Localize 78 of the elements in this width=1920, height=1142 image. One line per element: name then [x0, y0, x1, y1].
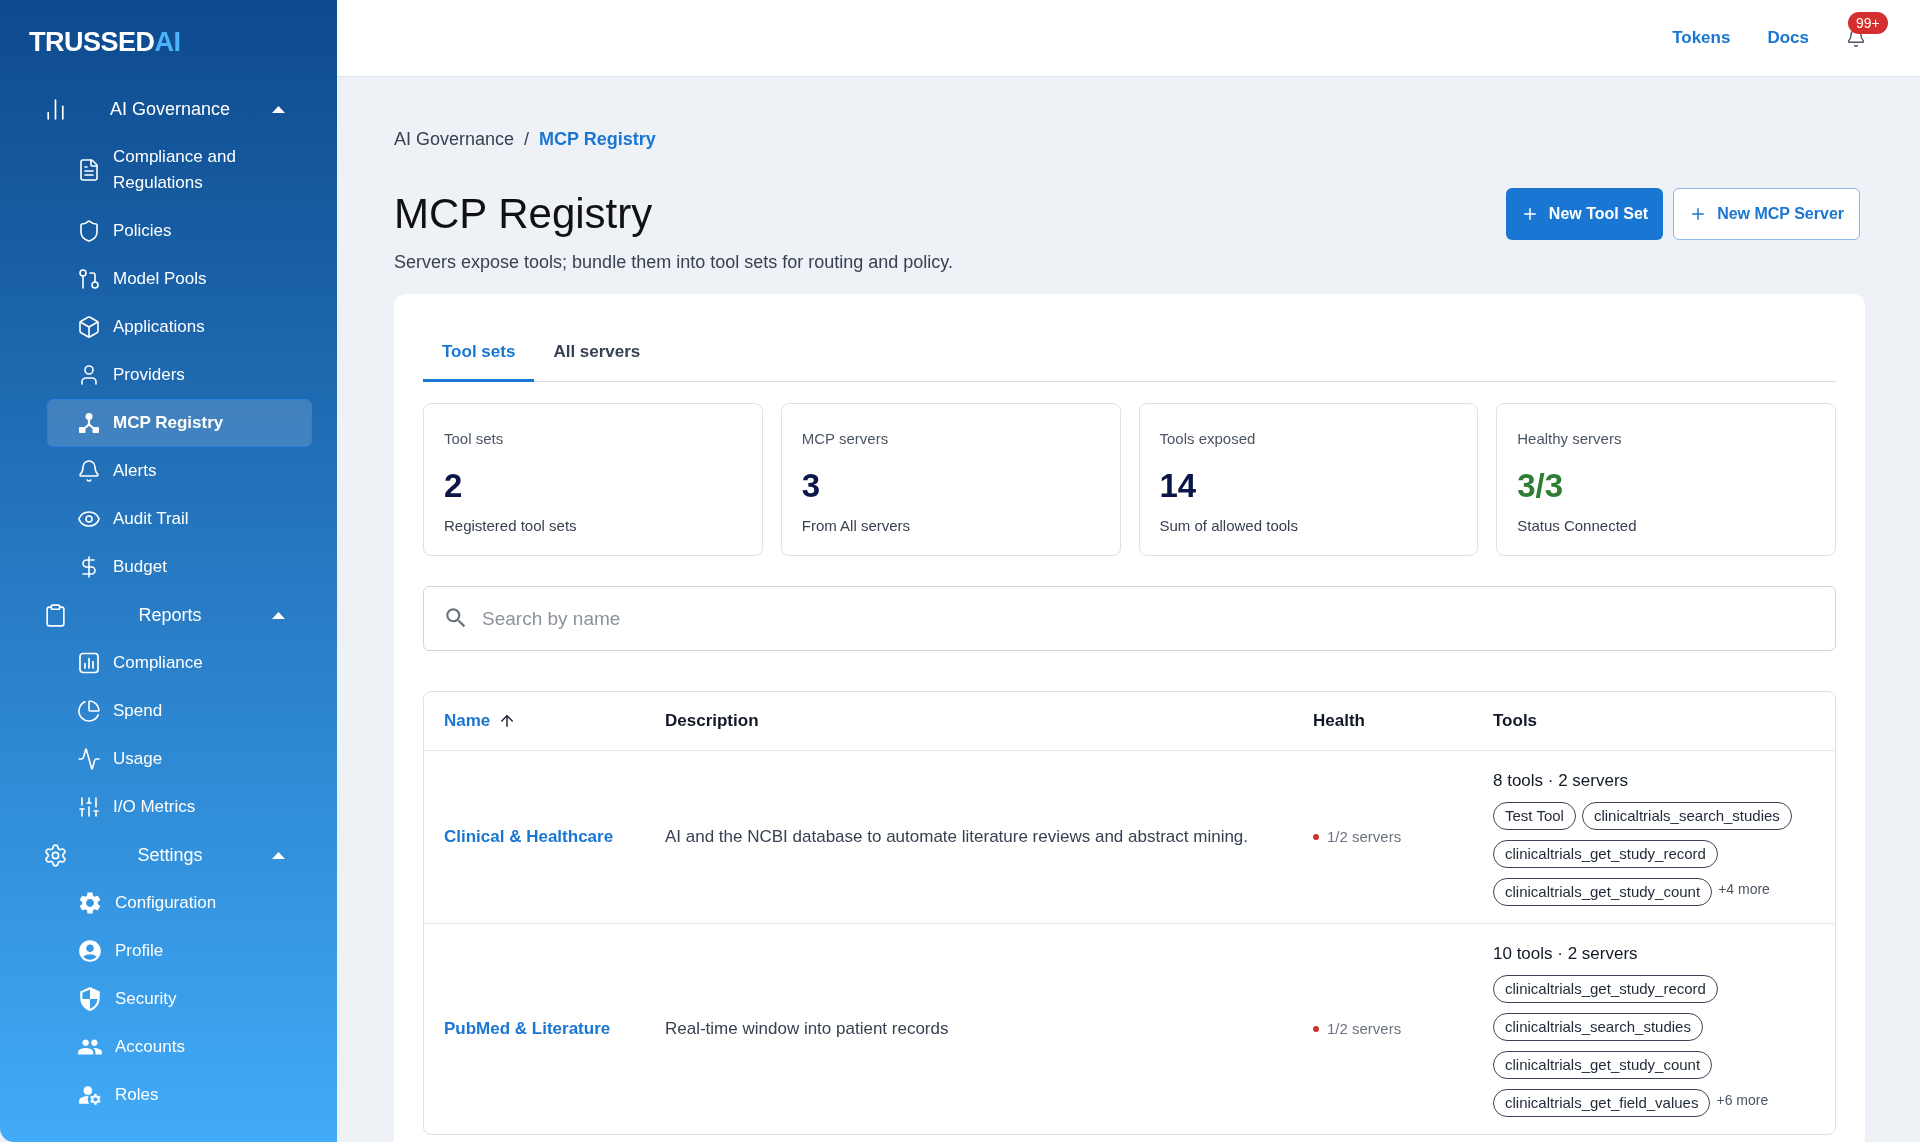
more-count: +4 more [1718, 880, 1770, 899]
sidebar-item[interactable]: Configuration [47, 879, 312, 927]
stat-label: Tools exposed [1159, 429, 1257, 449]
name-link[interactable]: PubMed & Literature [444, 1019, 611, 1039]
network-icon [77, 411, 101, 435]
settings-icon [77, 890, 103, 916]
sidebar-item[interactable]: Alerts [47, 447, 312, 495]
stat-label: Tool sets [444, 429, 505, 449]
sidebar-item[interactable]: Roles [47, 1071, 312, 1119]
stat-caption: Registered tool sets [444, 516, 578, 536]
pulse-icon [77, 747, 101, 771]
shield-icon [77, 986, 103, 1012]
sidebar-section[interactable]: Settings [0, 831, 337, 879]
cube-icon [77, 315, 101, 339]
sidebar-item[interactable]: Usage [47, 735, 312, 783]
name-link[interactable]: Clinical & Healthcare [444, 827, 614, 847]
sidebar-item[interactable]: Policies [47, 207, 312, 255]
stat-label: MCP servers [801, 429, 890, 449]
column-header[interactable]: Description [665, 708, 759, 734]
breadcrumb-item[interactable]: MCP Registry [539, 126, 656, 152]
clipboard-icon [43, 602, 68, 628]
sidebar-item[interactable]: Audit Trail [47, 495, 312, 543]
bell-icon [77, 459, 101, 483]
stat-value: 3/3 [1517, 466, 1565, 506]
stat-label: Healthy servers [1517, 429, 1623, 449]
sidebar-item[interactable]: Security [47, 975, 312, 1023]
column-header[interactable]: Health [1313, 708, 1365, 734]
top-link[interactable]: Docs [1767, 25, 1809, 51]
page-title: MCP Registry [394, 189, 653, 239]
sidebar-item[interactable]: Applications [47, 303, 312, 351]
sidebar-item[interactable]: Model Pools [47, 255, 312, 303]
sidebar-item[interactable]: Profile [47, 927, 312, 975]
breadcrumb-item[interactable]: AI Governance [394, 126, 515, 152]
sidebar-item[interactable]: Budget [47, 543, 312, 591]
description-text: AI and the NCBI database to automate literature reviews and abstract mining. [665, 827, 1249, 846]
sidebar-item[interactable]: Accounts [47, 1023, 312, 1071]
page-subtitle: Servers expose tools; bundle them into tool sets for routing and policy. [394, 251, 954, 274]
sidebar-item[interactable]: Providers [47, 351, 312, 399]
sidebar-item[interactable]: Compliance and Regulations [47, 133, 312, 207]
settings-icon [43, 842, 68, 868]
logo: TRUSSEDAI [29, 26, 181, 58]
more-count: +6 more [1716, 1091, 1769, 1110]
column-header[interactable]: Name [444, 708, 517, 734]
stat-value: 14 [1159, 466, 1198, 506]
branch-icon [77, 267, 101, 291]
tools-summary: 10 tools · 2 servers [1493, 943, 1639, 965]
sidebar-item[interactable]: Spend [47, 687, 312, 735]
new-tool-set-button[interactable]: New Tool Set [1505, 188, 1664, 240]
document-icon [77, 158, 101, 182]
stat-value: 3 [801, 466, 822, 506]
tools-summary: 8 tools · 2 servers [1493, 770, 1630, 792]
sidebar-section[interactable]: Reports [0, 591, 337, 639]
stat-caption: From All servers [801, 516, 912, 536]
stat-caption: Sum of allowed tools [1159, 516, 1299, 536]
sliders-icon [77, 795, 101, 819]
notification-badge: 99+ [1848, 12, 1888, 34]
description-text: Real-time window into patient records [665, 1019, 949, 1038]
caret-up-icon [272, 611, 285, 619]
sidebar-item[interactable]: I/O Metrics [47, 783, 312, 831]
caret-up-icon [272, 851, 285, 859]
health-text: 1/2 servers [1327, 826, 1402, 847]
pie-chart-icon [77, 699, 101, 723]
caret-up-icon [272, 105, 285, 113]
sidebar-section[interactable]: AI Governance [0, 85, 337, 133]
stat-value: 2 [444, 466, 464, 506]
new-server-button[interactable]: New MCP Server [1673, 188, 1860, 240]
bar-chart-icon [77, 651, 101, 675]
shield-icon [77, 219, 101, 243]
sidebar-item[interactable]: Compliance [47, 639, 312, 687]
sidebar-item[interactable]: MCP Registry [47, 399, 312, 447]
stat-caption: Status Connected [1517, 516, 1638, 536]
top-link[interactable]: Tokens [1672, 25, 1731, 51]
health-text: 1/2 servers [1327, 1018, 1402, 1039]
tab[interactable]: All servers [534, 325, 660, 382]
column-header[interactable]: Tools [1493, 708, 1538, 734]
breadcrumb-separator: / [524, 128, 530, 151]
search-field[interactable]: Search by name [423, 586, 1836, 651]
tab[interactable]: Tool sets [423, 325, 535, 382]
